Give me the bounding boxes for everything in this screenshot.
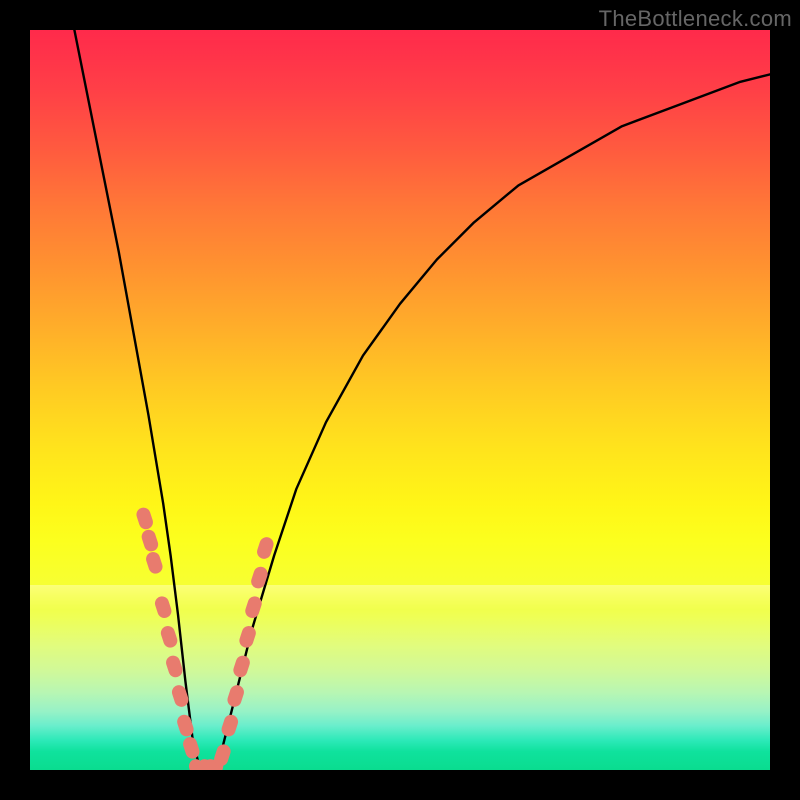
pink-dot [175, 713, 195, 738]
pink-dot [144, 550, 164, 575]
pink-dot [164, 654, 184, 679]
pink-dot [181, 735, 201, 760]
pink-dot [205, 757, 225, 770]
watermark-text: TheBottleneck.com [599, 6, 792, 32]
figure-frame: TheBottleneck.com [0, 0, 800, 800]
pink-dot [243, 595, 263, 620]
chart-svg [30, 30, 770, 770]
pink-dot [238, 624, 258, 649]
pink-dot [199, 757, 219, 770]
pink-dot [249, 565, 269, 590]
bottleneck-curve-line [74, 30, 770, 770]
pink-dot [170, 683, 190, 708]
chart-plot-area [30, 30, 770, 770]
pink-dot [187, 757, 207, 770]
pink-dot [135, 506, 155, 531]
pink-dot [255, 535, 275, 560]
pink-dot [226, 683, 246, 708]
pink-dot [153, 595, 173, 620]
highlight-band [30, 585, 770, 610]
pink-dot [212, 743, 232, 768]
pink-dot [232, 654, 252, 679]
pink-dots-group [135, 506, 276, 770]
pink-dot [159, 624, 179, 649]
pink-dot [220, 713, 240, 738]
pink-dot [193, 757, 213, 770]
pink-dot [140, 528, 160, 553]
